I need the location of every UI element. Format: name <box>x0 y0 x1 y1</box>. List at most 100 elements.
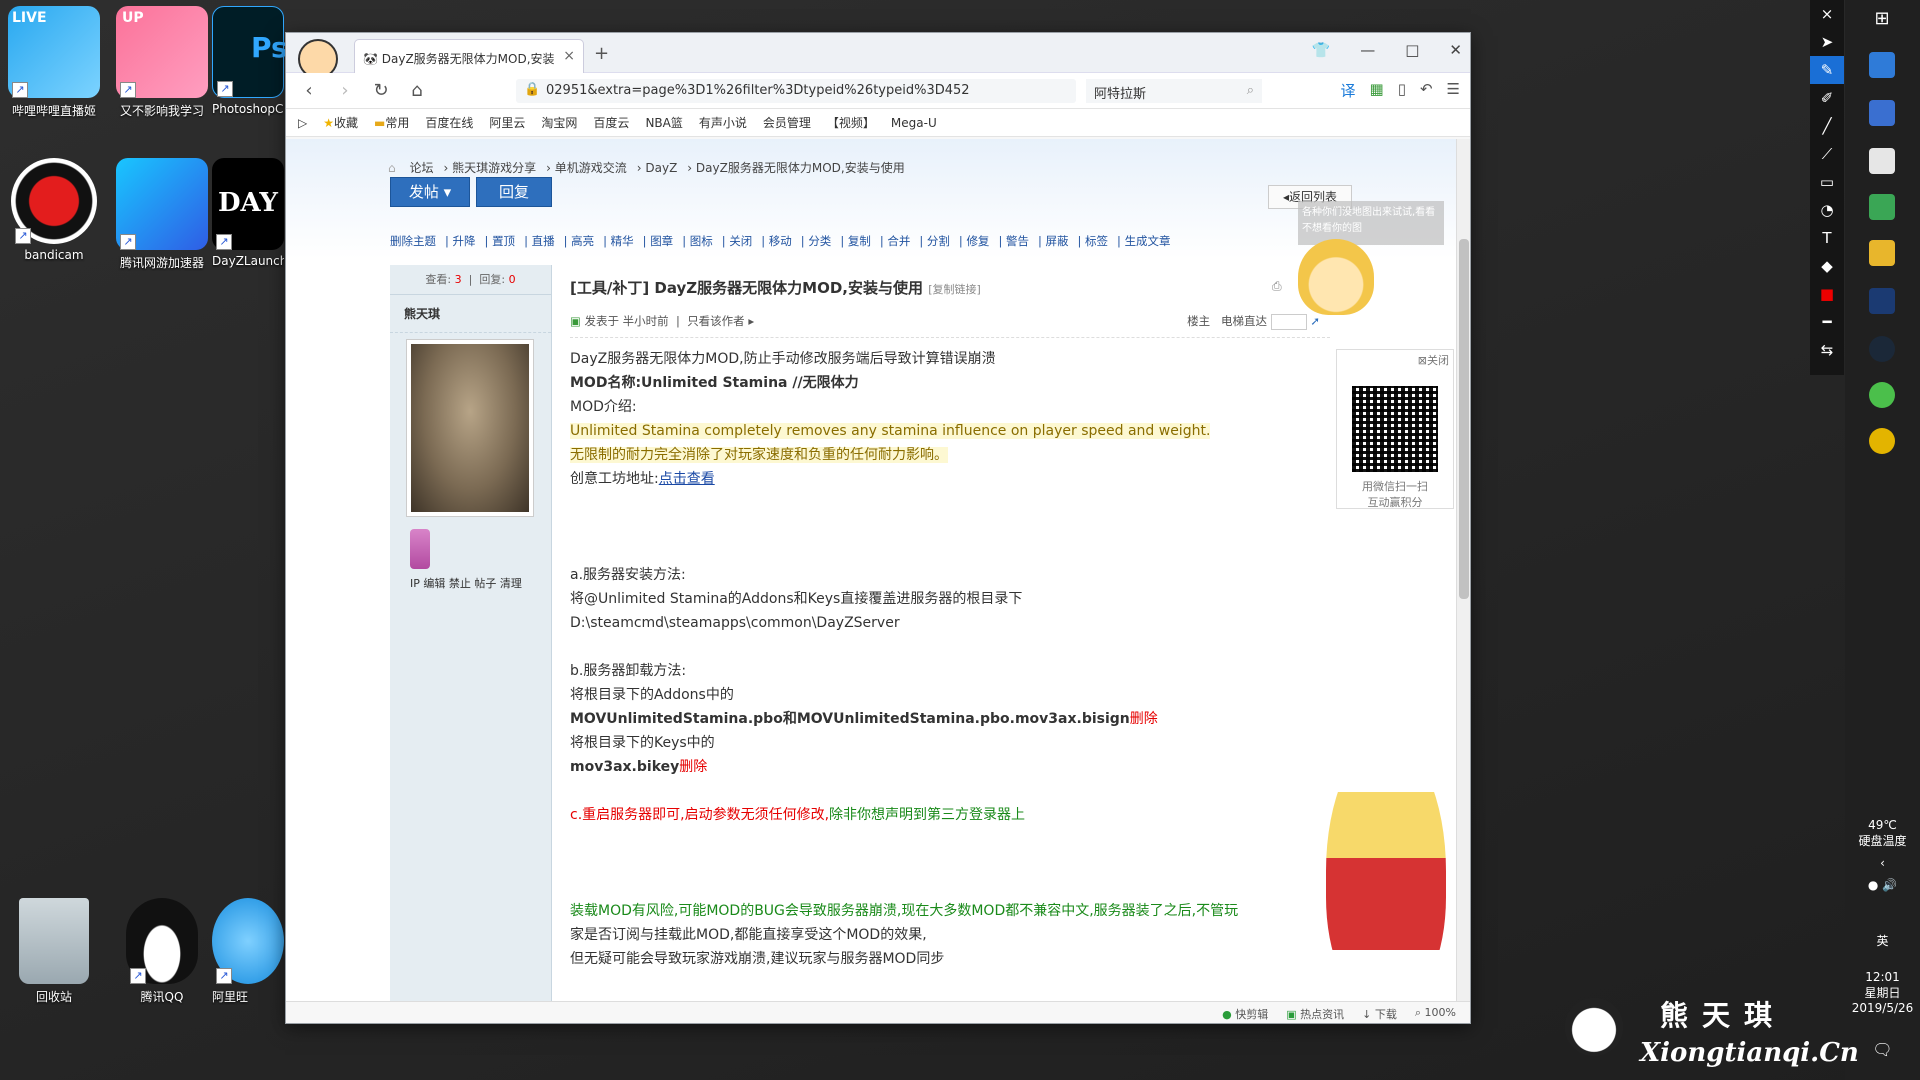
qr-close-button[interactable]: ⊠关闭 <box>1337 350 1453 370</box>
back-button[interactable]: ‹ <box>296 80 322 101</box>
author-name[interactable]: 熊天琪 <box>390 295 551 333</box>
floor-jump-input[interactable] <box>1270 313 1307 330</box>
bookmark-video[interactable]: 【视频】 <box>827 114 875 131</box>
desktop-icon-recycle-bin[interactable]: 回收站 <box>4 898 104 1005</box>
search-box[interactable]: 阿特拉斯 ⌕ <box>1086 79 1262 103</box>
photoshop-icon: Ps ↗ <box>212 6 288 98</box>
desktop-icon-dayz-launcher[interactable]: DAY ↗ DayZLaunch <box>212 158 284 268</box>
quick-clip-button[interactable]: ● 快剪辑 <box>1222 1006 1268 1021</box>
color-red-icon[interactable]: ■ <box>1810 280 1844 308</box>
desktop: LIVE ↗ 哔哩哔哩直播姬 UP ↗ 又不影响我学习 Ps ↗ Photosh… <box>0 0 1920 1080</box>
bookmark-baiduyun[interactable]: 百度云 <box>593 114 629 131</box>
accelerator-icon: ↗ <box>116 158 208 250</box>
search-icon[interactable]: ⌕ <box>1247 83 1254 98</box>
crumb-thread: DayZ服务器无限体力MOD,安装与使用 <box>695 161 905 175</box>
hot-news-button[interactable]: ▣ 热点资讯 <box>1286 1006 1344 1021</box>
window-controls: 👕 — □ ✕ <box>1312 41 1462 59</box>
stroke-width-icon[interactable]: ━ <box>1810 308 1844 336</box>
pen-icon[interactable]: ✎ <box>1810 56 1844 84</box>
jump-go-icon[interactable]: ➚ <box>1310 314 1320 328</box>
bookmark-audiobook[interactable]: 有声小说 <box>699 114 747 131</box>
desktop-icon-photoshop[interactable]: Ps ↗ PhotoshopC <box>212 6 288 116</box>
swap-icon[interactable]: ⇆ <box>1810 336 1844 364</box>
new-post-button[interactable]: 发帖 ▾ <box>390 177 470 207</box>
desktop-icon-qq[interactable]: ↗ 腾讯QQ <box>112 898 212 1005</box>
copy-link[interactable]: [复制链接] <box>928 283 981 296</box>
crumb-forum[interactable]: 论坛 <box>409 161 433 175</box>
line-icon[interactable]: ╱ <box>1810 112 1844 140</box>
input-method[interactable]: 英 <box>1845 932 1920 949</box>
author-only-link[interactable]: 只看该作者 <box>687 314 745 328</box>
bookmark-member[interactable]: 会员管理 <box>763 114 811 131</box>
bookmark-baidu[interactable]: 百度在线 <box>425 114 473 131</box>
reply-button[interactable]: 回复 <box>476 177 552 207</box>
apps-icon[interactable]: ▦ <box>1370 80 1384 101</box>
desktop-icon-bilibili-up[interactable]: UP ↗ 又不影响我学习 <box>112 6 212 119</box>
bookmark-nba[interactable]: NBA篮 <box>645 114 682 131</box>
tray-expand-icon[interactable]: ‹ <box>1845 856 1920 870</box>
maximize-button[interactable]: □ <box>1405 41 1419 59</box>
taskbar-app-icon[interactable] <box>1869 288 1895 314</box>
user-admin-actions[interactable]: IP 编辑 禁止 帖子 清理 <box>410 575 551 591</box>
crumb-section[interactable]: 熊天琪游戏分享 <box>452 161 536 175</box>
desktop-icon-bilibili-live[interactable]: LIVE ↗ 哔哩哔哩直播姬 <box>4 6 104 119</box>
taskbar-app-icon[interactable] <box>1869 428 1895 454</box>
eraser-icon[interactable]: ◆ <box>1810 252 1844 280</box>
forward-button[interactable]: › <box>332 80 358 101</box>
cursor-icon[interactable]: ➤ <box>1810 28 1844 56</box>
taskbar-app-icon[interactable] <box>1869 382 1895 408</box>
menu-icon[interactable]: ☰ <box>1447 80 1460 101</box>
text-icon[interactable]: T <box>1810 224 1844 252</box>
rectangle-icon[interactable]: ▭ <box>1810 168 1844 196</box>
workshop-link[interactable]: 点击查看 <box>659 471 715 487</box>
stamp-icon[interactable]: ◔ <box>1810 196 1844 224</box>
bookmark-aliyun[interactable]: 阿里云 <box>489 114 525 131</box>
taskbar-app-icon[interactable] <box>1869 100 1895 126</box>
desktop-icon-aliwangwang[interactable]: ↗ 阿里旺 <box>212 898 284 1005</box>
shortcut-arrow-icon: ↗ <box>130 968 146 984</box>
brush-icon[interactable]: ⟋ <box>1810 140 1844 168</box>
bookmark-taobao[interactable]: 淘宝网 <box>541 114 577 131</box>
reader-icon[interactable]: ▯ <box>1398 80 1406 101</box>
home-icon[interactable]: ⌂ <box>388 161 396 175</box>
address-bar[interactable]: 🔒 02951&extra=page%3D1%26filter%3Dtypeid… <box>516 79 1076 103</box>
watermark-logo: 熊天琪 Xiongtianqi.Cn <box>1565 990 1859 1070</box>
calculator-icon[interactable] <box>1869 148 1895 174</box>
marker-icon[interactable]: ✐ <box>1810 84 1844 112</box>
undo-icon[interactable]: ↶ <box>1420 80 1433 101</box>
close-button[interactable]: ✕ <box>1449 41 1462 59</box>
bookmark-expand-icon[interactable]: ▷ <box>298 116 307 130</box>
taskbar-app-icon[interactable] <box>1869 52 1895 78</box>
download-button[interactable]: ↓ 下载 <box>1362 1006 1397 1021</box>
browser-tab[interactable]: 🐼 DayZ服务器无限体力MOD,安装 × <box>354 39 584 73</box>
status-bar: ● 快剪辑 ▣ 热点资讯 ↓ 下载 ⌕ 100% <box>286 1001 1470 1023</box>
zoom-level[interactable]: ⌕ 100% <box>1415 1006 1456 1019</box>
folder-icon[interactable] <box>1869 240 1895 266</box>
clock[interactable]: 12:01 星期日 2019/5/26 <box>1845 970 1920 1015</box>
tab-close-icon[interactable]: × <box>563 48 575 64</box>
crumb-subsection[interactable]: 单机游戏交流 <box>555 161 627 175</box>
translate-icon[interactable]: 译 <box>1341 80 1356 101</box>
reload-button[interactable]: ↻ <box>368 80 394 101</box>
steam-icon[interactable] <box>1869 336 1895 362</box>
close-icon[interactable]: × <box>1810 0 1844 28</box>
bookmark-mega[interactable]: Mega-U <box>891 116 937 130</box>
crumb-dayz[interactable]: DayZ <box>645 161 677 175</box>
windows-start-icon[interactable]: ⊞ <box>1869 8 1895 34</box>
recycle-bin-icon <box>19 898 89 984</box>
minimize-button[interactable]: — <box>1360 41 1375 59</box>
desktop-icon-bandicam[interactable]: ↗ bandicam <box>4 158 104 262</box>
page-scrollbar[interactable] <box>1456 139 1470 1003</box>
home-button[interactable]: ⌂ <box>404 80 430 101</box>
author-avatar[interactable] <box>406 339 534 517</box>
print-icon[interactable]: ⎙ <box>1272 279 1282 294</box>
mascot-small-icon[interactable] <box>1298 239 1374 315</box>
bookmark-common[interactable]: ▬常用 <box>374 114 409 131</box>
taskbar-app-icon[interactable] <box>1869 194 1895 220</box>
new-tab-button[interactable]: + <box>594 43 609 64</box>
tray-icons[interactable]: ● 🔊 <box>1845 878 1920 892</box>
shortcut-arrow-icon: ↗ <box>12 82 28 98</box>
bookmark-favorites[interactable]: ★收藏 <box>323 114 358 131</box>
skin-icon[interactable]: 👕 <box>1312 41 1331 59</box>
desktop-icon-tencent-accelerator[interactable]: ↗ 腾讯网游加速器 <box>112 158 212 271</box>
